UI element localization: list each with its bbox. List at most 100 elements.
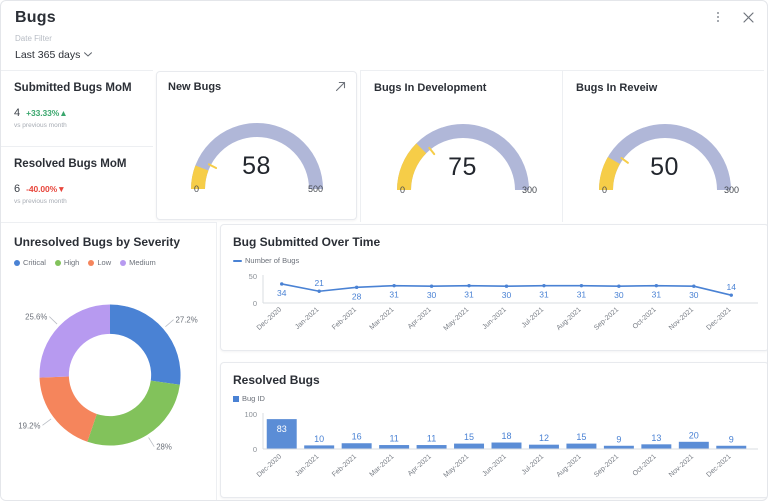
svg-text:30: 30 (614, 290, 624, 300)
legend-color-swatch (233, 395, 239, 402)
gauge-max-label: 300 (521, 185, 537, 195)
card-title: Bugs In Development (374, 82, 487, 94)
chevron-down-icon (84, 48, 93, 62)
gauge-bugs-in-development: 75 0 300 (374, 94, 551, 198)
svg-text:Apr-2021: Apr-2021 (407, 306, 433, 331)
svg-text:16: 16 (352, 432, 362, 442)
svg-text:31: 31 (577, 290, 587, 300)
svg-text:May-2021: May-2021 (443, 306, 471, 332)
svg-text:50: 50 (249, 272, 257, 281)
donut-svg: 27.2% 28% 19.2% 25.6% (18, 304, 198, 452)
mom-subtext: vs previous month (14, 198, 67, 205)
legend-label: Medium (129, 258, 156, 267)
mom-subtext: vs previous month (14, 122, 67, 129)
kpi-row: Submitted Bugs MoM 4 +33.33%▲ vs previou… (1, 70, 767, 222)
legend-label: Number of Bugs (245, 256, 300, 265)
legend-color-swatch (120, 259, 127, 266)
legend-item-bug-id[interactable]: Bug ID (233, 394, 265, 403)
svg-text:27.2%: 27.2% (176, 316, 198, 325)
svg-text:0: 0 (253, 445, 257, 454)
legend-item-medium[interactable]: Medium (120, 258, 156, 267)
gauge-value: 50 (650, 153, 679, 181)
svg-text:15: 15 (576, 432, 586, 442)
unresolved-bugs-by-severity-card: Unresolved Bugs by Severity Critical Hig… (1, 222, 217, 500)
close-icon[interactable] (739, 8, 757, 26)
svg-text:Mar-2021: Mar-2021 (368, 306, 395, 331)
svg-text:Jan-2021: Jan-2021 (294, 453, 320, 478)
legend-item-critical[interactable]: Critical (14, 258, 46, 267)
svg-text:31: 31 (464, 290, 474, 300)
card-title: New Bugs (168, 81, 222, 93)
svg-text:83: 83 (277, 424, 287, 434)
svg-text:18: 18 (501, 431, 511, 441)
legend-item-high[interactable]: High (54, 258, 80, 267)
date-filter-value: Last 365 days (15, 49, 81, 61)
gauge-max-label: 500 (307, 184, 323, 194)
legend-color-swatch (233, 259, 242, 262)
svg-text:14: 14 (727, 282, 737, 292)
legend-label: Critical (23, 258, 46, 267)
svg-text:Apr-2021: Apr-2021 (407, 453, 433, 478)
svg-text:30: 30 (689, 290, 699, 300)
card-title: Unresolved Bugs by Severity (14, 235, 181, 249)
date-filter-dropdown[interactable]: Last 365 days (15, 48, 93, 62)
new-bugs-gauge-card[interactable]: New Bugs 58 0 500 (156, 71, 357, 220)
svg-text:Oct-2021: Oct-2021 (632, 453, 658, 478)
gauge-max-label: 300 (723, 185, 739, 195)
dashboard-root: Bugs Date Filter Last 365 days Submitted (0, 0, 768, 501)
svg-text:15: 15 (464, 432, 474, 442)
svg-text:Aug-2021: Aug-2021 (556, 306, 583, 332)
svg-text:Jul-2021: Jul-2021 (521, 453, 546, 476)
svg-text:21: 21 (314, 278, 324, 288)
svg-text:9: 9 (729, 434, 734, 444)
svg-text:31: 31 (652, 290, 662, 300)
resolved-bugs-card: Resolved Bugs Bug ID 100 0 83 Dec-2020 10 Jan… (220, 362, 767, 498)
svg-text:10: 10 (314, 434, 324, 444)
bugs-in-development-gauge-card[interactable]: Bugs In Development 75 0 300 (360, 70, 562, 222)
legend-color-swatch (54, 259, 61, 266)
bar-plot: 100 0 83 Dec-2020 10 Jan-2021 16 Feb-2021 11 Mar-… (233, 403, 760, 496)
legend-item-number-of-bugs[interactable]: Number of Bugs (233, 256, 299, 265)
svg-text:Feb-2021: Feb-2021 (331, 306, 358, 331)
legend-color-swatch (88, 259, 95, 266)
svg-text:Aug-2021: Aug-2021 (556, 453, 583, 479)
resolved-bugs-mom-card[interactable]: Resolved Bugs MoM 6 -40.00%▼ vs previous… (1, 146, 153, 222)
svg-text:0: 0 (253, 299, 257, 308)
svg-text:30: 30 (427, 290, 437, 300)
mom-delta: +33.33%▲ (26, 108, 68, 118)
svg-text:34: 34 (277, 288, 287, 298)
date-filter: Date Filter Last 365 days (1, 33, 767, 63)
svg-text:11: 11 (389, 434, 398, 444)
card-title: Bugs In Reveiw (576, 82, 658, 94)
svg-text:19.2%: 19.2% (18, 421, 40, 430)
card-title: Bug Submitted Over Time (233, 235, 381, 249)
mom-figures: 6 -40.00%▼ (14, 183, 141, 195)
card-title: Resolved Bugs MoM (14, 158, 127, 170)
gauge-min-label: 0 (194, 184, 200, 194)
gauge-min-label: 0 (400, 185, 406, 195)
mom-delta: -40.00%▼ (26, 184, 66, 194)
svg-text:Jun-2021: Jun-2021 (481, 306, 507, 331)
donut-chart: 27.2% 28% 19.2% 25.6% (14, 277, 206, 473)
bar-chart-svg: 100 0 83 Dec-2020 10 Jan-2021 16 Feb-2021 11 Mar-… (244, 410, 758, 479)
svg-text:Dec-2021: Dec-2021 (705, 306, 732, 332)
gauge-value: 58 (242, 152, 271, 180)
svg-text:25.6%: 25.6% (25, 313, 47, 322)
kebab-menu-icon[interactable] (709, 8, 727, 26)
submitted-bugs-mom-card[interactable]: Submitted Bugs MoM 4 +33.33%▲ vs previou… (1, 71, 153, 146)
mom-figures: 4 +33.33%▲ (14, 107, 141, 119)
legend-label: High (63, 258, 80, 267)
header-actions (709, 8, 757, 26)
legend-color-swatch (14, 259, 20, 266)
right-charts-column: Bug Submitted Over Time Number of Bugs 5… (217, 222, 767, 500)
svg-text:20: 20 (689, 430, 699, 440)
svg-text:31: 31 (389, 290, 399, 300)
legend-item-low[interactable]: Low (88, 258, 111, 267)
bugs-in-review-gauge-card[interactable]: Bugs In Reveiw 50 0 300 (562, 70, 764, 222)
svg-text:12: 12 (539, 433, 549, 443)
page-title: Bugs (15, 9, 56, 26)
legend-label: Low (97, 258, 112, 267)
svg-text:Feb-2021: Feb-2021 (331, 453, 358, 478)
legend-label: Bug ID (242, 394, 265, 403)
svg-text:28: 28 (352, 291, 362, 301)
